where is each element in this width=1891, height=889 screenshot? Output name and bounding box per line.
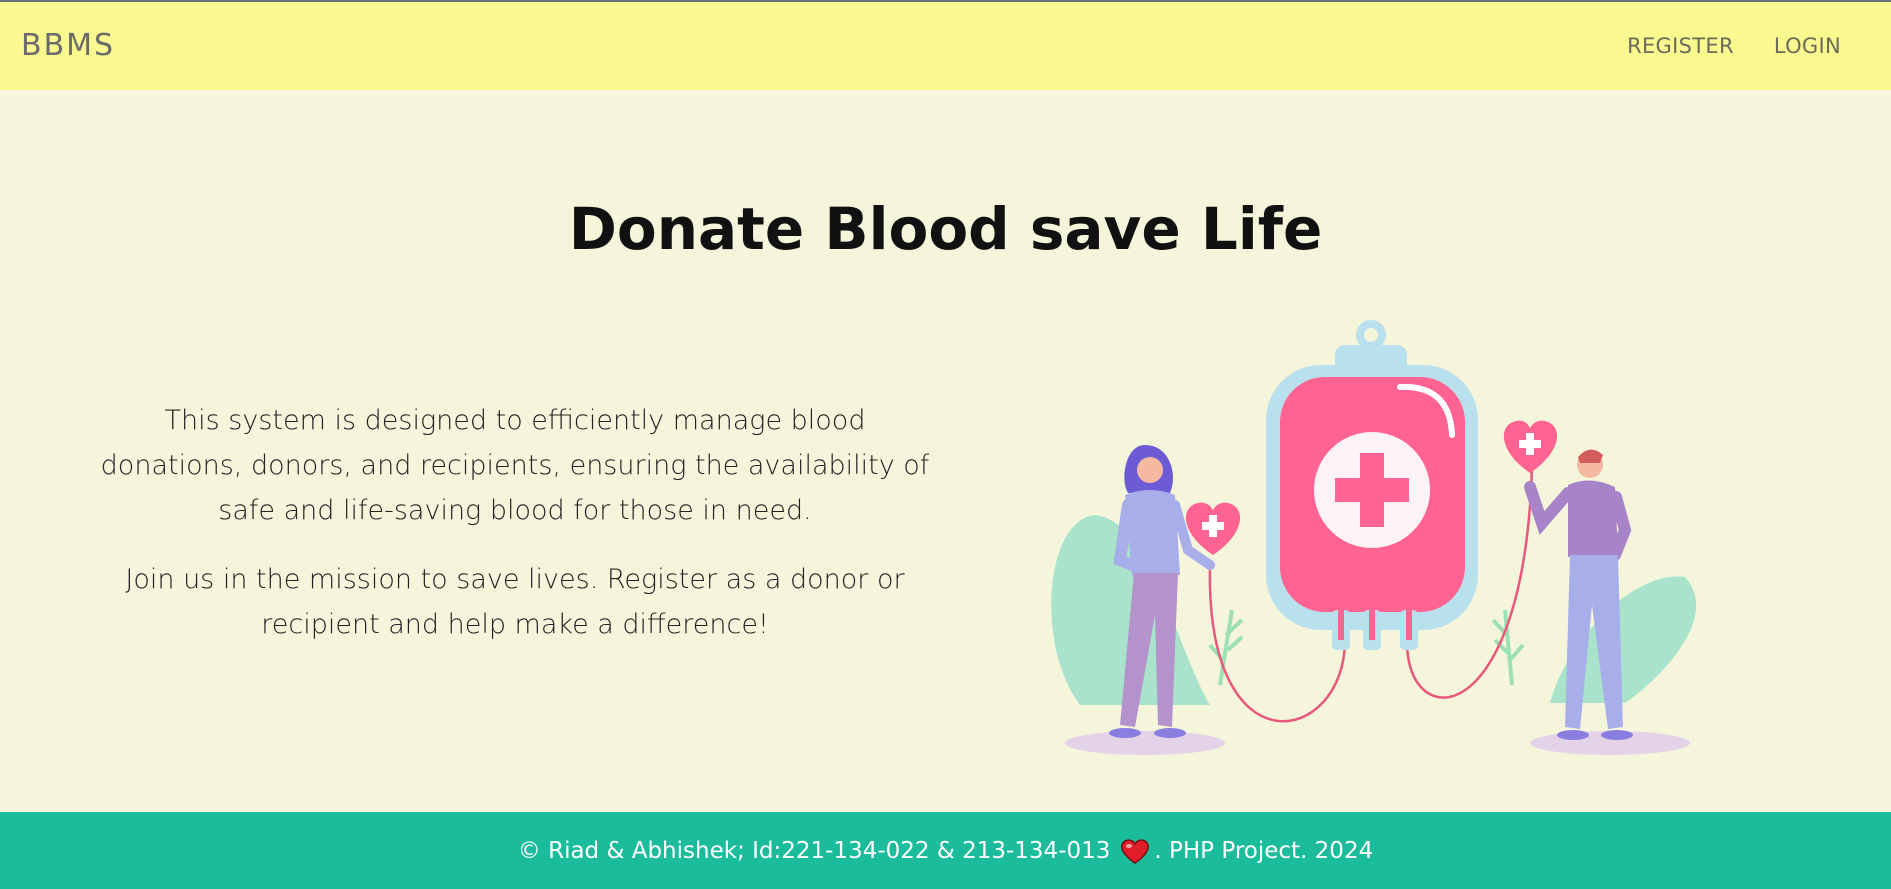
footer-credits: © Riad & Abhishek; Id:221-134-022 & 213-… (517, 837, 1111, 864)
brand-logo[interactable]: BBMS (21, 28, 115, 63)
footer-project-text: . PHP Project. 2024 (1154, 837, 1374, 864)
heart-balloon-left-icon (1185, 502, 1241, 555)
hero-description: This system is designed to efficiently m… (100, 398, 930, 671)
hero-title: Donate Blood save Life (568, 195, 1323, 263)
shadow-left (1065, 731, 1225, 755)
heart-balloon-right-icon (1503, 420, 1558, 473)
login-link[interactable]: LOGIN (1774, 34, 1841, 58)
footer: © Riad & Abhishek; Id:221-134-022 & 213-… (0, 812, 1891, 889)
description-paragraph-1: This system is designed to efficiently m… (100, 405, 930, 526)
navbar: BBMS REGISTER LOGIN (0, 2, 1891, 90)
man-figure-icon (1524, 449, 1633, 740)
description-paragraph-2: Join us in the mission to save lives. Re… (125, 564, 905, 640)
register-link[interactable]: REGISTER (1627, 34, 1734, 58)
blood-donation-illustration (1051, 320, 1697, 755)
heart-icon (1121, 838, 1150, 864)
nav-links: REGISTER LOGIN (1627, 34, 1841, 58)
